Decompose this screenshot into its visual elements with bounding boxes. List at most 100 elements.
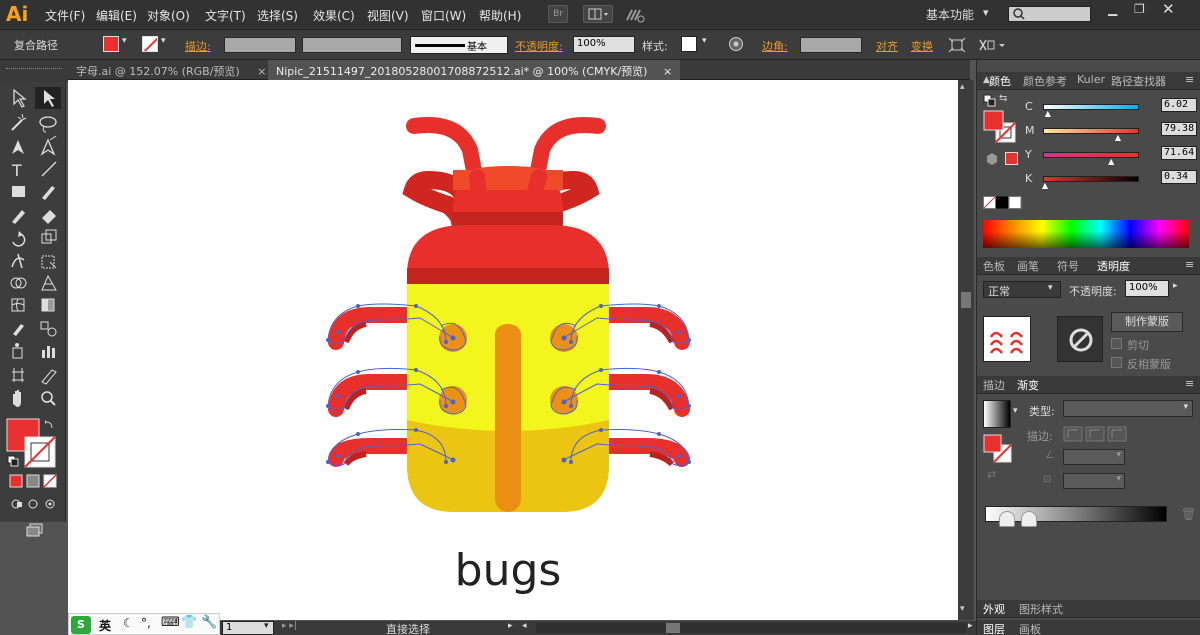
tab-gradient[interactable]: 渐变	[1017, 377, 1039, 393]
eraser-tool-icon[interactable]	[42, 210, 56, 224]
warp-tool-icon[interactable]	[11, 253, 25, 269]
graphic-style-swatch[interactable]	[681, 36, 697, 52]
menu-window[interactable]: 窗口(W)	[421, 7, 466, 24]
isolate-group-icon[interactable]	[947, 37, 967, 53]
invert-mask-checkbox[interactable]	[1111, 357, 1122, 368]
scroll-down-icon[interactable]: ▾	[960, 604, 965, 614]
gradient-angle-input[interactable]: ▾	[1063, 449, 1125, 465]
stroke-color-swatch[interactable]	[24, 436, 56, 468]
menu-object[interactable]: 对象(O)	[147, 7, 190, 24]
column-graph-tool-icon[interactable]	[42, 346, 55, 358]
close-window-button[interactable]: ✕	[1162, 0, 1175, 18]
stroke-dropdown-icon[interactable]: ▾	[161, 36, 166, 46]
stroke-weight-input[interactable]	[224, 37, 296, 53]
workspace-switcher[interactable]: 基本功能	[926, 6, 974, 23]
line-tool-icon[interactable]	[41, 161, 57, 177]
variable-width-profile[interactable]	[302, 37, 402, 53]
stroke-swatch[interactable]	[142, 36, 158, 52]
blend-mode-select[interactable]: 正常 ▾	[983, 281, 1061, 298]
value-k[interactable]: 0.34	[1161, 170, 1197, 184]
menu-select[interactable]: 选择(S)	[257, 7, 298, 24]
mesh-tool-icon[interactable]	[11, 298, 25, 312]
tab-appearance[interactable]: 外观	[983, 601, 1005, 617]
help-search-input[interactable]	[1008, 6, 1091, 22]
value-m[interactable]: 79.38	[1161, 122, 1197, 136]
gradient-stop-midpoint[interactable]	[1021, 511, 1037, 527]
gradient-type-select[interactable]: ▾	[1063, 400, 1193, 417]
anchor-point-tool-icon[interactable]	[40, 135, 57, 156]
make-mask-button[interactable]: 制作蒙版	[1111, 312, 1183, 332]
brush-definition[interactable]: 基本	[410, 36, 508, 54]
transparency-opacity-input[interactable]: 100%	[1125, 280, 1169, 297]
quick-swatches[interactable]	[983, 196, 1023, 209]
selection-tool-icon[interactable]	[13, 88, 27, 108]
scroll-right-icon[interactable]: ▸	[968, 621, 973, 631]
scroll-left-icon[interactable]: ◂	[522, 621, 527, 631]
panel-menu-icon[interactable]: ≡	[1185, 73, 1194, 86]
hscroll-thumb[interactable]	[666, 623, 680, 633]
slider-handle-m[interactable]: ▲	[1115, 133, 1121, 142]
slider-track-m[interactable]	[1043, 128, 1139, 134]
menu-effect[interactable]: 效果(C)	[313, 7, 355, 24]
sogou-icon[interactable]: S	[71, 616, 91, 634]
out-of-gamut-icon[interactable]	[985, 152, 999, 166]
web-safe-swatch[interactable]	[1005, 152, 1018, 165]
opacity-stepper-icon[interactable]: ▸	[1173, 281, 1178, 291]
type-tool-icon[interactable]: T	[11, 161, 22, 180]
workspace-dropdown-icon[interactable]: ▾	[983, 6, 989, 19]
value-c[interactable]: 6.02	[1161, 98, 1197, 112]
status-menu-icon[interactable]: ▸	[508, 621, 513, 631]
corner-radius-input[interactable]	[800, 37, 862, 53]
slider-track-k[interactable]	[1043, 176, 1139, 182]
rectangle-tool-icon[interactable]	[12, 186, 25, 197]
aspect-dropdown-icon[interactable]: ▾	[1116, 474, 1121, 484]
keyboard-icon[interactable]: ⌨	[161, 615, 180, 630]
slider-handle-y[interactable]: ▲	[1108, 157, 1114, 166]
stroke-weight-label[interactable]: 描边:	[185, 38, 211, 54]
panel-fill-stroke[interactable]	[983, 110, 1017, 144]
stroke-gradient-buttons[interactable]	[1063, 426, 1127, 442]
ime-language[interactable]: 英	[99, 617, 111, 634]
fill-swatch[interactable]	[103, 36, 119, 52]
menu-edit[interactable]: 编辑(E)	[96, 7, 137, 24]
menu-file[interactable]: 文件(F)	[45, 7, 85, 24]
tab-graphic-styles[interactable]: 图形样式	[1019, 601, 1063, 617]
pencil-tool-icon[interactable]	[12, 210, 25, 224]
opacity-input[interactable]: 100%	[573, 36, 635, 53]
artboard-tool-icon[interactable]	[12, 368, 24, 382]
artboard-canvas[interactable]: bugs	[68, 80, 958, 620]
screen-mode-icon[interactable]	[24, 522, 46, 538]
moon-icon[interactable]: ☾	[123, 616, 134, 630]
angle-dropdown-icon[interactable]: ▾	[1116, 450, 1121, 460]
opacity-label[interactable]: 不透明度:	[515, 38, 563, 54]
draw-behind-icon[interactable]	[28, 499, 38, 509]
draw-normal-icon[interactable]	[11, 499, 22, 509]
arrange-documents-button[interactable]	[583, 5, 613, 23]
corner-label[interactable]: 边角:	[762, 38, 788, 54]
gradient-aspect-input[interactable]: ▾	[1063, 473, 1125, 489]
tab-swatches[interactable]: 色板	[983, 258, 1005, 274]
transform-link[interactable]: 变换	[911, 38, 933, 54]
slice-tool-icon[interactable]	[41, 369, 57, 385]
gradient-stop-white[interactable]	[999, 511, 1015, 527]
minimize-button[interactable]: ▁	[1108, 2, 1117, 16]
gpu-performance-icon[interactable]	[624, 6, 646, 24]
menu-view[interactable]: 视图(V)	[367, 7, 409, 24]
tab-letters-doc[interactable]: 字母.ai @ 152.07% (RGB/预览) ×	[68, 60, 274, 80]
paintbrush-tool-icon[interactable]	[42, 186, 55, 200]
tab-color[interactable]: 颜色	[989, 73, 1011, 89]
shape-builder-tool-icon[interactable]	[10, 277, 27, 289]
free-transform-tool-icon[interactable]	[41, 255, 57, 269]
tab-close-icon[interactable]: ×	[663, 65, 672, 78]
eyedropper-tool-icon[interactable]	[13, 324, 24, 336]
color-mode-button[interactable]	[9, 474, 23, 488]
tab-nipic-doc[interactable]: Nipic_21511497_20180528001708872512.ai* …	[268, 60, 681, 80]
restore-button[interactable]: ❐	[1134, 2, 1145, 16]
tab-symbols[interactable]: 符号	[1057, 258, 1079, 274]
gradient-preview[interactable]	[983, 400, 1011, 428]
clip-checkbox[interactable]	[1111, 338, 1122, 349]
tab-color-guide[interactable]: 颜色参考	[1023, 73, 1067, 89]
wrench-icon[interactable]: 🔧	[201, 615, 217, 630]
color-spectrum[interactable]	[983, 220, 1189, 248]
panel-menu-icon[interactable]: ≡	[1185, 377, 1194, 390]
